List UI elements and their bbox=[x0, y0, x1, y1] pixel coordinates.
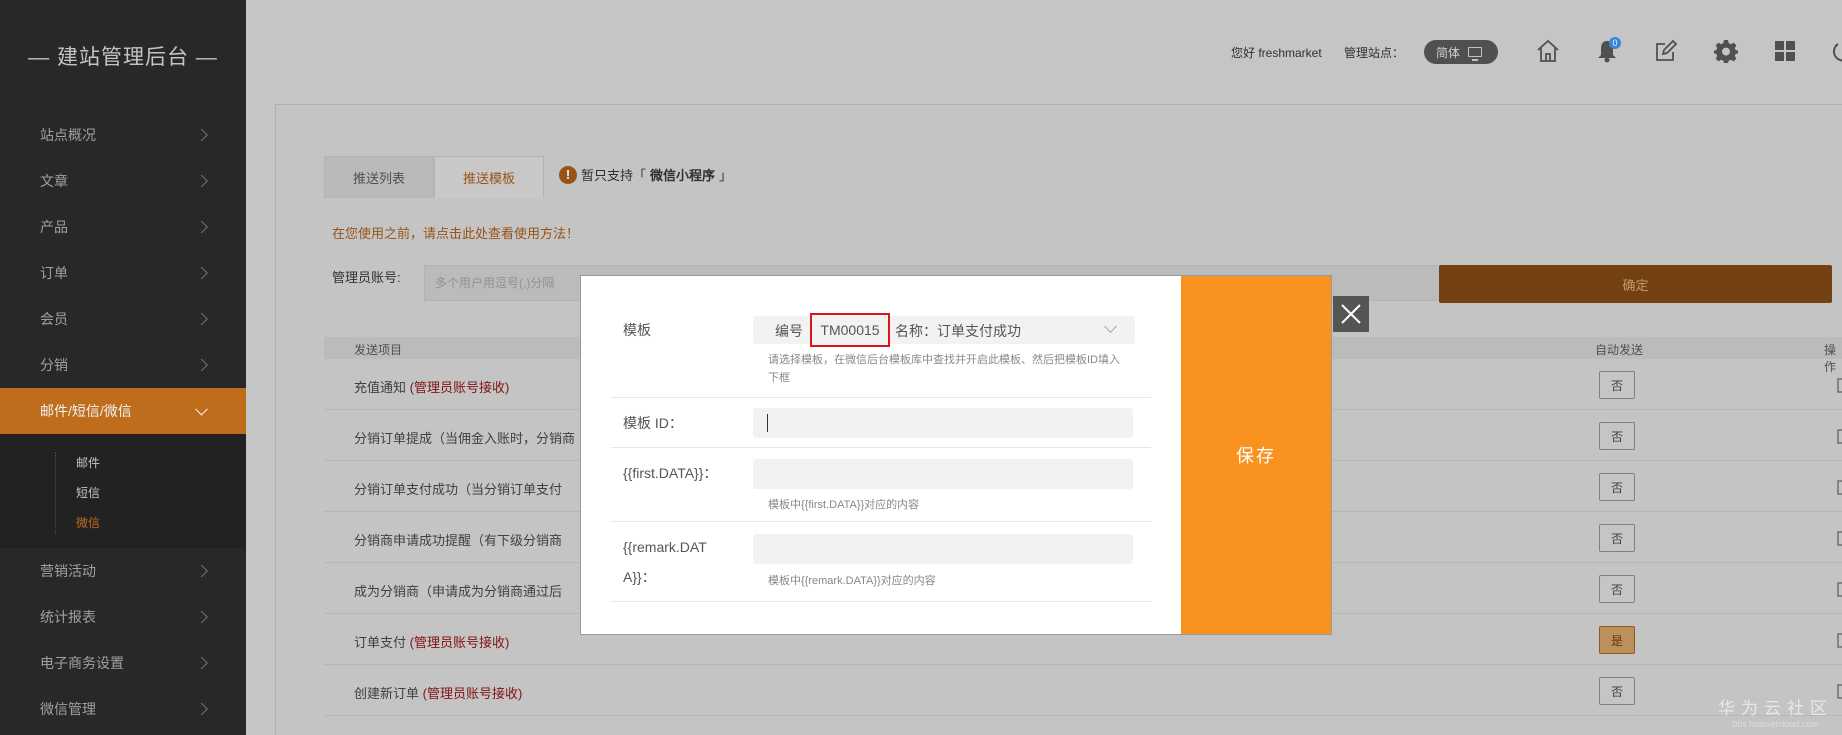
watermark: 华为云社区 bbs.huaweicloud.com bbox=[1718, 694, 1833, 729]
template-id-label: 模板 ID： bbox=[623, 415, 683, 431]
first-data-hint: 模板中{{first.DATA}}对应的内容 bbox=[768, 499, 920, 511]
template-id-input[interactable] bbox=[753, 408, 1133, 438]
close-button[interactable] bbox=[1333, 296, 1369, 332]
watermark-title: 华为云社区 bbox=[1718, 699, 1833, 718]
template-hint: 请选择模板，在微信后台模板库中查找并开启此模板、然后把模板ID填入下框 bbox=[768, 354, 1120, 384]
chevron-down-icon bbox=[1104, 320, 1117, 333]
template-label: 模板 bbox=[623, 322, 651, 338]
first-data-input[interactable] bbox=[753, 459, 1133, 489]
save-button[interactable]: 保存 bbox=[1181, 276, 1331, 634]
remark-data-row: {{remark.DAT A}}： 模板中{{remark.DATA}}对应的内… bbox=[611, 522, 1151, 602]
watermark-url: bbs.huaweicloud.com bbox=[1732, 719, 1819, 729]
template-code: TM00015 bbox=[810, 313, 890, 347]
remark-data-input[interactable] bbox=[753, 534, 1133, 564]
modal-form: 模板 编号 TM00015 名称：订单支付成功 请选择模板，在微信后台模板库中查… bbox=[611, 276, 1151, 634]
code-label: 编号 bbox=[775, 323, 803, 339]
template-select[interactable]: 编号 TM00015 名称：订单支付成功 bbox=[753, 313, 1135, 347]
template-row: 模板 编号 TM00015 名称：订单支付成功 请选择模板，在微信后台模板库中查… bbox=[611, 276, 1151, 398]
remark-data-label-line1: {{remark.DAT bbox=[623, 539, 707, 555]
remark-data-hint: 模板中{{remark.DATA}}对应的内容 bbox=[768, 575, 936, 587]
text-caret bbox=[767, 414, 768, 432]
template-id-row: 模板 ID： bbox=[611, 398, 1151, 448]
first-data-label: {{first.DATA}}： bbox=[623, 465, 718, 481]
first-data-row: {{first.DATA}}： 模板中{{first.DATA}}对应的内容 bbox=[611, 448, 1151, 522]
close-icon bbox=[1341, 304, 1361, 324]
template-modal: 模板 编号 TM00015 名称：订单支付成功 请选择模板，在微信后台模板库中查… bbox=[581, 276, 1331, 634]
remark-data-label-line2: A}}： bbox=[623, 569, 656, 585]
template-name: 名称：订单支付成功 bbox=[895, 323, 1021, 339]
